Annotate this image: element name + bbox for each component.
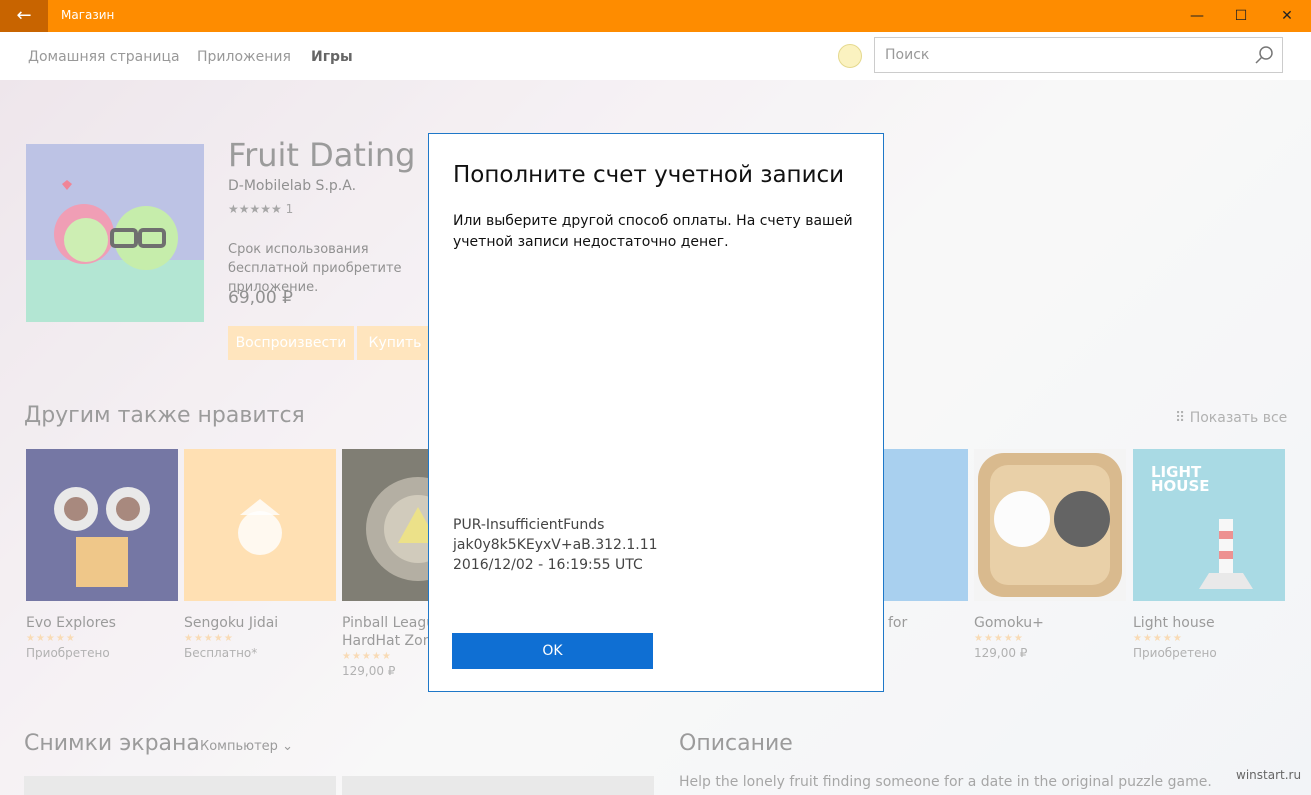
maximize-button[interactable]: ☐: [1218, 0, 1264, 32]
account-avatar-icon[interactable]: [838, 44, 862, 68]
watermark: winstart.ru: [1236, 768, 1302, 782]
search-input[interactable]: [875, 38, 1265, 72]
title-bar: ← Магазин — ☐ ✕: [0, 0, 1311, 32]
dialog-title: Пополните счет учетной записи: [453, 162, 845, 188]
ok-button[interactable]: OK: [452, 633, 653, 669]
search-box: [874, 37, 1283, 73]
back-button[interactable]: ←: [0, 0, 48, 32]
tab-apps[interactable]: Приложения: [197, 49, 291, 65]
error-timestamp: 2016/12/02 - 16:19:55 UTC: [453, 557, 643, 573]
minimize-button[interactable]: —: [1174, 0, 1220, 32]
close-button[interactable]: ✕: [1264, 0, 1310, 32]
app-title: Магазин: [61, 8, 115, 22]
error-code: PUR-InsufficientFunds: [453, 517, 605, 533]
search-icon[interactable]: [1254, 45, 1274, 65]
correlation-id: jak0y8k5KEyxV+aB.312.1.11: [453, 537, 658, 553]
tab-games[interactable]: Игры: [311, 49, 353, 65]
insufficient-funds-dialog: Пополните счет учетной записи Или выбери…: [428, 133, 884, 692]
tab-home[interactable]: Домашняя страница: [28, 49, 180, 65]
dialog-message: Или выберите другой способ оплаты. На сч…: [453, 213, 853, 250]
error-details: PUR-InsufficientFunds jak0y8k5KEyxV+aB.3…: [453, 515, 658, 575]
